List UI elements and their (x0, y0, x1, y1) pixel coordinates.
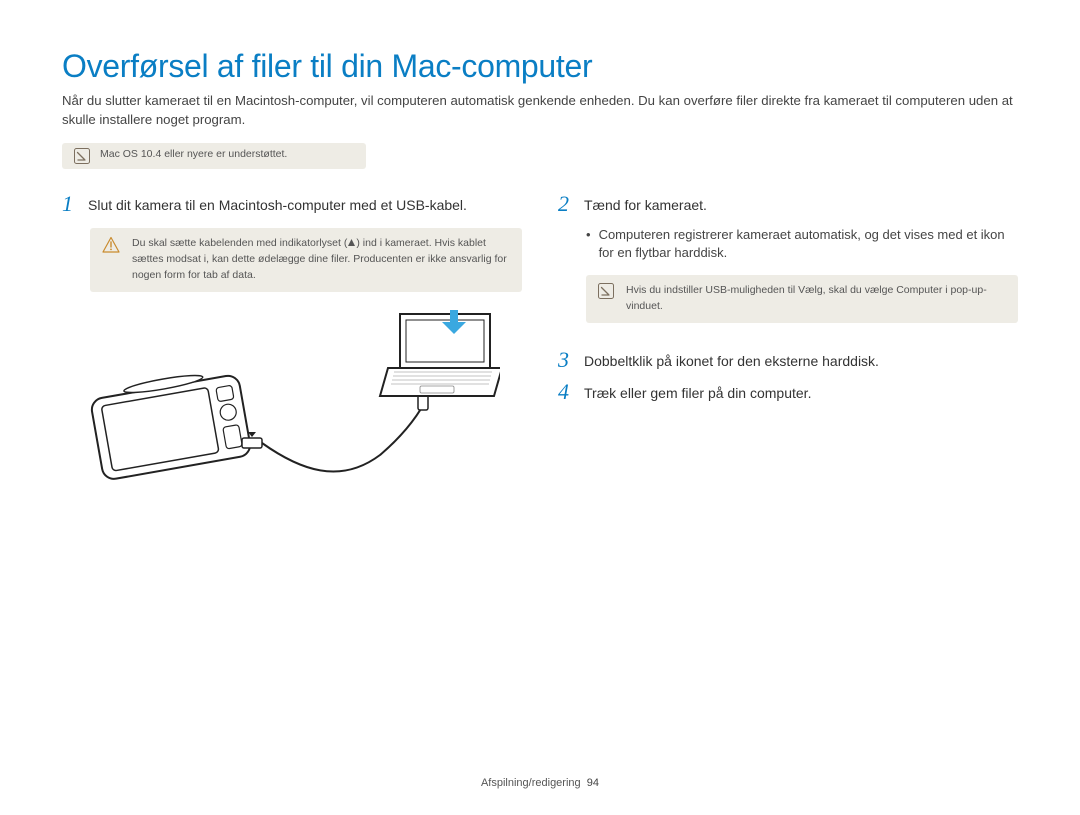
warning-box: Du skal sætte kabelenden med indikatorly… (90, 228, 522, 292)
warning-icon (102, 236, 120, 284)
intro-note-text: Mac OS 10.4 eller nyere er understøttet. (100, 148, 287, 160)
note-box: Hvis du indstiller USB-muligheden til Væ… (586, 275, 1018, 323)
note-icon (74, 148, 90, 164)
step-number: 3 (558, 349, 574, 371)
step-text: Dobbeltklik på ikonet for den eksterne h… (584, 349, 879, 371)
bullet-dot-icon: • (586, 226, 591, 264)
usb-connection-illustration (80, 310, 522, 505)
warning-text: Du skal sætte kabelenden med indikatorly… (132, 236, 510, 284)
footer-page-number: 94 (587, 777, 599, 789)
intro-note: Mac OS 10.4 eller nyere er understøttet. (62, 143, 366, 169)
step-text: Tænd for kameraet. (584, 193, 707, 215)
note-text: Hvis du indstiller USB-muligheden til Væ… (626, 283, 1006, 315)
step-text: Træk eller gem filer på din computer. (584, 381, 811, 403)
left-column: 1 Slut dit kamera til en Macintosh-compu… (62, 193, 522, 505)
page-title: Overførsel af filer til din Mac-computer (62, 48, 1018, 85)
step-number: 1 (62, 193, 78, 215)
right-column: 2 Tænd for kameraet. • Computeren regist… (558, 193, 1018, 505)
page-footer: Afspilning/redigering 94 (0, 777, 1080, 789)
step-text: Slut dit kamera til en Macintosh-compute… (88, 193, 467, 215)
up-triangle-icon (347, 237, 356, 253)
step-number: 2 (558, 193, 574, 215)
note-icon (598, 283, 614, 315)
intro-text: Når du slutter kameraet til en Macintosh… (62, 91, 1018, 129)
step-1: 1 Slut dit kamera til en Macintosh-compu… (62, 193, 522, 215)
step-number: 4 (558, 381, 574, 403)
step-2: 2 Tænd for kameraet. (558, 193, 1018, 215)
step-3: 3 Dobbeltklik på ikonet for den eksterne… (558, 349, 1018, 371)
step-2-bullet: • Computeren registrerer kameraet automa… (586, 226, 1018, 264)
bullet-text: Computeren registrerer kameraet automati… (599, 226, 1018, 264)
step-4: 4 Træk eller gem filer på din computer. (558, 381, 1018, 403)
footer-section: Afspilning/redigering (481, 777, 581, 789)
